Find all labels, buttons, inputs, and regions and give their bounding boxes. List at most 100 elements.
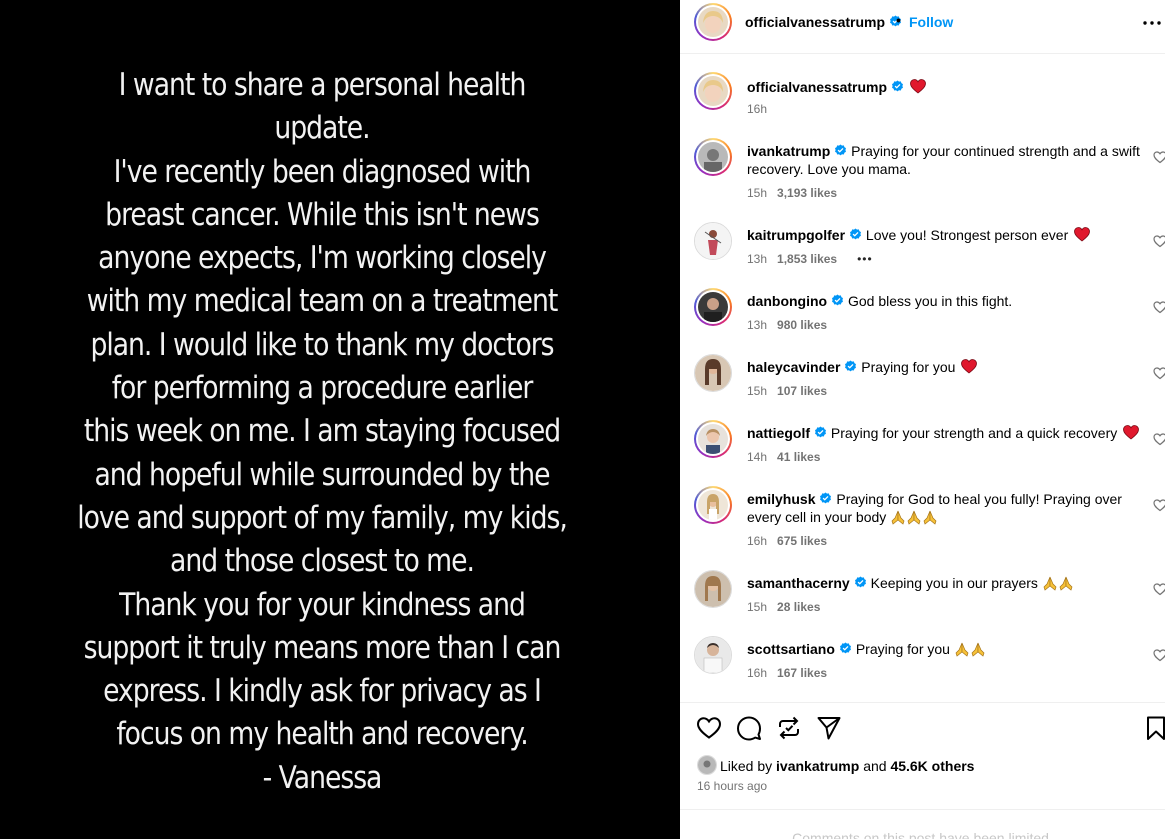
comment-bubble-icon[interactable] (736, 715, 762, 741)
comment-likes[interactable]: 1,853 likes (777, 252, 837, 266)
story-text-line: anyone expects, I'm working closely (98, 240, 547, 277)
comment-likes[interactable]: 41 likes (777, 450, 820, 464)
avatar-image (698, 292, 728, 322)
praying-hands-icon (955, 642, 969, 657)
praying-hands-icon (1059, 576, 1073, 591)
story-text-line: love and support of my family, my kids, (77, 499, 568, 536)
comment-avatar[interactable] (694, 420, 732, 458)
post-header: officialvanessatrump • Follow (680, 0, 1165, 54)
save-bookmark-icon[interactable] (1143, 715, 1165, 741)
liked-by-user[interactable]: ivankatrump (776, 758, 859, 774)
comments-limited-bar: Comments on this post have been limited. (680, 809, 1165, 839)
story-text-line: this week on me. I am staying focused (83, 413, 561, 450)
author-avatar-image (698, 7, 728, 37)
liked-by-avatar[interactable] (697, 755, 717, 775)
comment-username[interactable]: emilyhusk (747, 491, 815, 507)
comment-avatar[interactable] (694, 636, 732, 674)
comment-username[interactable]: haleycavinder (747, 359, 840, 375)
comment-time[interactable]: 13h (747, 318, 767, 332)
caption-username[interactable]: officialvanessatrump (747, 79, 887, 95)
comment-like-heart-icon[interactable] (1153, 150, 1165, 164)
caption-avatar[interactable] (694, 72, 732, 110)
comment-text: Praying for your strength and a quick re… (830, 425, 1118, 441)
post-actions: Liked by ivankatrump and 45.6K others 16… (680, 702, 1165, 839)
comment-avatar[interactable] (694, 222, 732, 260)
comment-time[interactable]: 14h (747, 450, 767, 464)
follow-button[interactable]: Follow (909, 14, 953, 30)
comment-likes[interactable]: 675 likes (777, 534, 827, 548)
liked-by-others[interactable]: 45.6K others (890, 758, 974, 774)
comment-text: Praying for you (861, 359, 956, 375)
heart-emoji-icon (1123, 425, 1140, 440)
comment-like-heart-icon[interactable] (1153, 300, 1165, 314)
praying-hands-icon (907, 510, 921, 525)
comment-likes[interactable]: 3,193 likes (777, 186, 837, 200)
author-avatar[interactable] (694, 3, 732, 41)
verified-badge-icon (820, 492, 832, 504)
comment-likes[interactable]: 28 likes (777, 600, 820, 614)
liked-by-text: Liked by ivankatrump and 45.6K others (720, 758, 974, 774)
more-horizontal-icon[interactable] (1142, 14, 1162, 32)
comment-avatar[interactable] (694, 354, 732, 392)
story-text-line: I want to share a personal health (118, 67, 527, 103)
avatar-image (698, 424, 728, 454)
praying-hands-emoji-group (954, 641, 986, 657)
comment-likes[interactable]: 167 likes (777, 666, 827, 680)
comment-time[interactable]: 13h (747, 252, 767, 266)
comment-like-heart-icon[interactable] (1153, 432, 1165, 446)
story-text-line: and those closest to me. (170, 543, 475, 580)
praying-hands-icon (923, 510, 937, 525)
post-timestamp[interactable]: 16 hours ago (697, 779, 767, 793)
repost-icon[interactable] (776, 715, 802, 741)
story-text-line: I've recently been diagnosed with (113, 153, 532, 190)
post-side-panel: officialvanessatrump • Follow officialva… (680, 0, 1165, 839)
heart-emoji-icon (910, 79, 926, 94)
praying-hands-emoji-group (890, 509, 938, 525)
comment-avatar[interactable] (694, 486, 732, 524)
comment-username[interactable]: nattiegolf (747, 425, 810, 441)
comment-username[interactable]: ivankatrump (747, 143, 830, 159)
comment-likes[interactable]: 107 likes (777, 384, 827, 398)
comment-username[interactable]: kaitrumpgolfer (747, 227, 845, 243)
author-username-text: officialvanessatrump (745, 14, 886, 30)
comment-avatar[interactable] (694, 570, 732, 608)
comment-likes[interactable]: 980 likes (777, 318, 827, 332)
praying-hands-icon (891, 510, 905, 525)
verified-badge-icon (854, 576, 866, 588)
caption-avatar-image (698, 76, 728, 106)
comment-avatar[interactable] (694, 138, 732, 176)
praying-hands-emoji-group (1042, 575, 1074, 591)
comment-like-heart-icon[interactable] (1153, 648, 1165, 662)
comment-time[interactable]: 15h (747, 186, 767, 200)
liked-by-prefix: Liked by (720, 758, 773, 774)
comment-username[interactable]: danbongino (747, 293, 827, 309)
story-text-line: - Vanessa (262, 759, 383, 796)
comment-like-heart-icon[interactable] (1153, 498, 1165, 512)
comment-time[interactable]: 16h (747, 666, 767, 680)
comment-options-icon[interactable]: ••• (857, 252, 873, 266)
story-text-line: and hopeful while surrounded by the (94, 456, 550, 493)
separator-dot: • (896, 12, 901, 28)
comment-like-heart-icon[interactable] (1153, 234, 1165, 248)
verified-badge-icon (832, 294, 844, 306)
comment-username[interactable]: samanthacerny (747, 575, 850, 591)
story-text-line: support it truly means more than I can (83, 629, 562, 666)
avatar-image (698, 490, 728, 520)
story-text-line: breast cancer. While this isn't news (105, 196, 540, 233)
comments-limited-text: Comments on this post have been limited. (792, 830, 1053, 839)
comment-text: Praying for you (855, 641, 950, 657)
comment-like-heart-icon[interactable] (1153, 582, 1165, 596)
share-send-icon[interactable] (816, 715, 842, 741)
comment-avatar[interactable] (694, 288, 732, 326)
like-heart-icon[interactable] (696, 715, 722, 741)
caption-time[interactable]: 16h (747, 102, 767, 116)
post-image: I want to share a personal health update.… (0, 0, 680, 839)
comment-time[interactable]: 15h (747, 600, 767, 614)
comment-username[interactable]: scottsartiano (747, 641, 835, 657)
comment-time[interactable]: 15h (747, 384, 767, 398)
comments-list[interactable]: officialvanessatrump 16h ivankatrump Pra… (680, 54, 1165, 702)
comment-like-heart-icon[interactable] (1153, 366, 1165, 380)
story-text-line: focus on my health and recovery. (116, 716, 528, 753)
comment-time[interactable]: 16h (747, 534, 767, 548)
author-username[interactable]: officialvanessatrump (745, 14, 902, 30)
